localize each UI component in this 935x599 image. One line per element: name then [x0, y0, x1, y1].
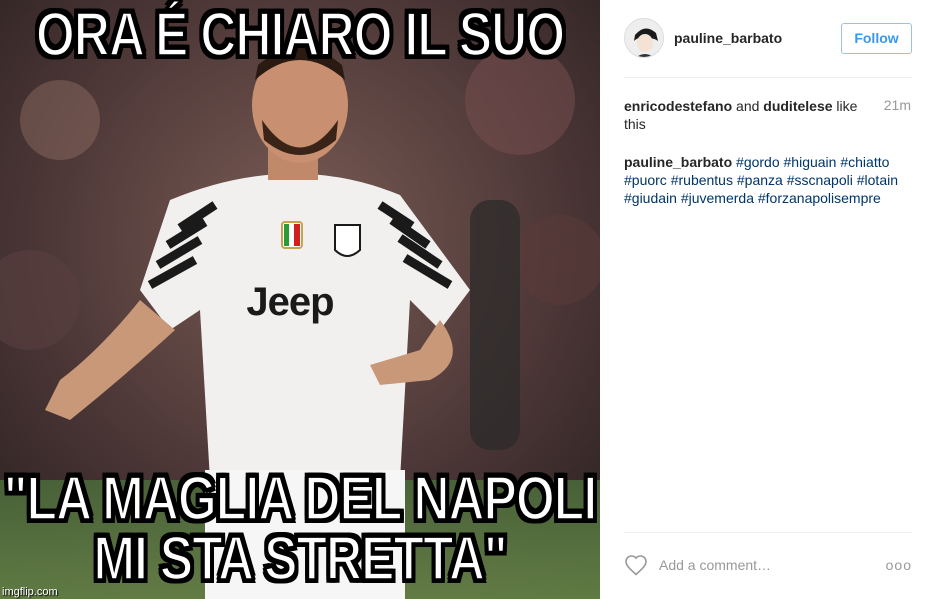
hashtag-link[interactable]: #lotain [857, 172, 898, 188]
heart-icon[interactable] [624, 554, 648, 576]
meme-bottom-text-line2: MI STA STRETTA" [92, 522, 508, 595]
hashtag-link[interactable]: #puorc [624, 172, 667, 188]
post-header: pauline_barbato Follow [624, 18, 912, 58]
jersey-sponsor-text: Jeep [246, 280, 334, 324]
hashtag-link[interactable]: #chiatto [840, 154, 889, 170]
hashtag-link[interactable]: #higuain [784, 154, 837, 170]
avatar[interactable] [624, 18, 664, 58]
post-username[interactable]: pauline_barbato [674, 30, 841, 46]
meme-top-text: ORA É CHIARO IL SUO [35, 0, 566, 70]
avatar-image [625, 19, 663, 57]
liker-username[interactable]: enricodestefano [624, 98, 732, 114]
post-timestamp[interactable]: 21m [884, 97, 911, 113]
divider [624, 77, 912, 78]
hashtag-link[interactable]: #panza [737, 172, 783, 188]
follow-button[interactable]: Follow [841, 22, 912, 54]
post-image[interactable]: ORA É CHIARO IL SUO Jeep "LA MAGLIA DEL … [0, 0, 600, 599]
hashtag-link[interactable]: #forzanapolisempre [758, 190, 881, 206]
comment-bar: ooo [624, 552, 912, 578]
likes-and-text: and [736, 98, 760, 114]
caption-username[interactable]: pauline_barbato [624, 154, 732, 170]
comment-input[interactable] [659, 557, 886, 573]
watermark: imgflip.com [2, 586, 58, 598]
hashtag-link[interactable]: #rubentus [671, 172, 733, 188]
hashtag-link[interactable]: #sscnapoli [787, 172, 853, 188]
hashtag-link[interactable]: #juvemerda [681, 190, 754, 206]
more-options-icon[interactable]: ooo [886, 557, 912, 573]
likes-summary: enricodestefano and duditelese like this [624, 97, 864, 133]
liker-username[interactable]: duditelese [763, 98, 832, 114]
hashtag-link[interactable]: #giudain [624, 190, 677, 206]
hashtag-link[interactable]: #gordo [736, 154, 780, 170]
divider [624, 532, 912, 533]
post-side-panel: pauline_barbato Follow enricodestefano a… [600, 0, 935, 599]
post-caption: pauline_barbato #gordo #higuain #chiatto… [624, 153, 912, 207]
